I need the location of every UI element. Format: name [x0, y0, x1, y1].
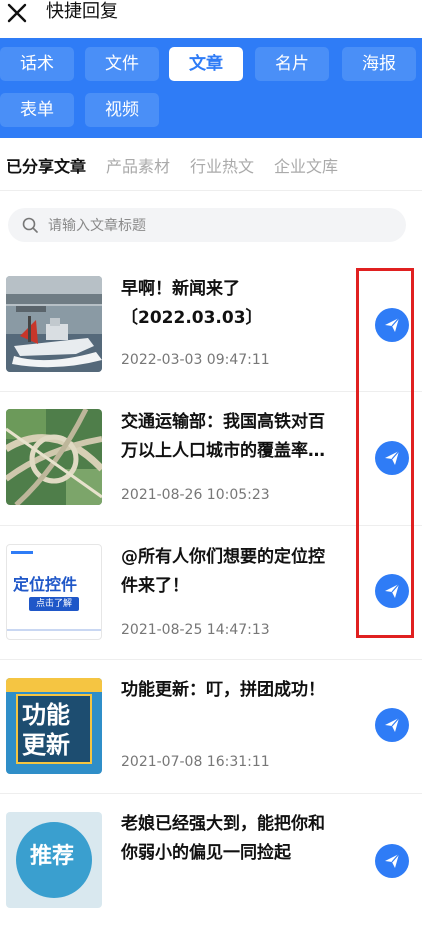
send-icon: [385, 717, 400, 732]
thumb-text-1: 功能: [22, 701, 70, 729]
thumb-stripe: [6, 678, 102, 692]
article-title-line1: 早啊！新闻来了: [121, 279, 240, 299]
send-icon: [385, 853, 400, 868]
article-date: 2021-08-26 10:05:23: [121, 487, 270, 503]
article-date: 2021-08-25 14:47:13: [121, 622, 270, 638]
article-thumbnail: 推荐: [6, 812, 102, 908]
search-icon: [22, 217, 38, 233]
article-item[interactable]: 功能 更新 功能更新：叮，拼团成功！ 2021-07-08 16:31:11: [0, 660, 422, 794]
tab-huashu[interactable]: 话术: [0, 47, 74, 81]
article-title-line1: 交通运输部：我国高铁对百: [121, 412, 325, 432]
article-item[interactable]: 推荐 老娘已经强大到，能把你和 你弱小的偏见一同捡起: [0, 794, 422, 927]
subtab-industry-hot[interactable]: 行业热文: [190, 153, 254, 177]
thumb-line: [7, 629, 101, 631]
page-title: 快捷回复: [46, 1, 118, 22]
article-thumbnail: [6, 276, 102, 372]
search-bar[interactable]: [8, 208, 406, 242]
article-title-line1: @所有人你们想要的定位控: [121, 547, 325, 567]
tab-files[interactable]: 文件: [85, 47, 159, 81]
thumb-decoration: [11, 551, 33, 554]
tab-forms[interactable]: 表单: [0, 93, 74, 127]
thumb-heading: 定位控件: [13, 575, 78, 594]
tab-posters[interactable]: 海报: [342, 47, 416, 81]
article-title-line2: 件来了！: [121, 576, 189, 596]
article-title-line2: 〔2022.03.03〕: [121, 308, 263, 328]
search-input[interactable]: [46, 214, 390, 238]
article-title-line2: 你弱小的偏见一同捡起: [121, 843, 291, 863]
thumb-text: 推荐: [30, 844, 75, 869]
title-bar: 快捷回复: [0, 0, 422, 38]
highlight-box: [356, 268, 414, 638]
thumb-button: 点击了解: [29, 597, 79, 611]
article-date: 2021-07-08 16:31:11: [121, 754, 270, 770]
close-icon[interactable]: [6, 2, 28, 24]
subtab-company-library[interactable]: 企业文库: [274, 153, 338, 177]
article-title-line1: 功能更新：叮，拼团成功！: [121, 680, 325, 700]
share-button[interactable]: [375, 844, 409, 878]
article-title-line1: 老娘已经强大到，能把你和: [121, 814, 325, 834]
sub-tabs: 已分享文章 产品素材 行业热文 企业文库: [0, 138, 422, 191]
article-thumbnail: 功能 更新: [6, 678, 102, 774]
article-title-line2: 万以上人口城市的覆盖率…: [121, 441, 325, 461]
thumb-text-2: 更新: [22, 731, 70, 759]
tab-articles[interactable]: 文章: [169, 47, 243, 81]
article-thumbnail: 定位控件 点击了解: [6, 544, 102, 640]
category-tabs: 话术 文件 文章 名片 海报 表单 视频: [0, 38, 422, 138]
share-button[interactable]: [375, 708, 409, 742]
subtab-shared-articles[interactable]: 已分享文章: [6, 153, 86, 177]
article-date: 2022-03-03 09:47:11: [121, 352, 270, 368]
tab-videos[interactable]: 视频: [85, 93, 159, 127]
subtab-product-materials[interactable]: 产品素材: [106, 153, 170, 177]
article-thumbnail: [6, 409, 102, 505]
tab-cards[interactable]: 名片: [255, 47, 329, 81]
